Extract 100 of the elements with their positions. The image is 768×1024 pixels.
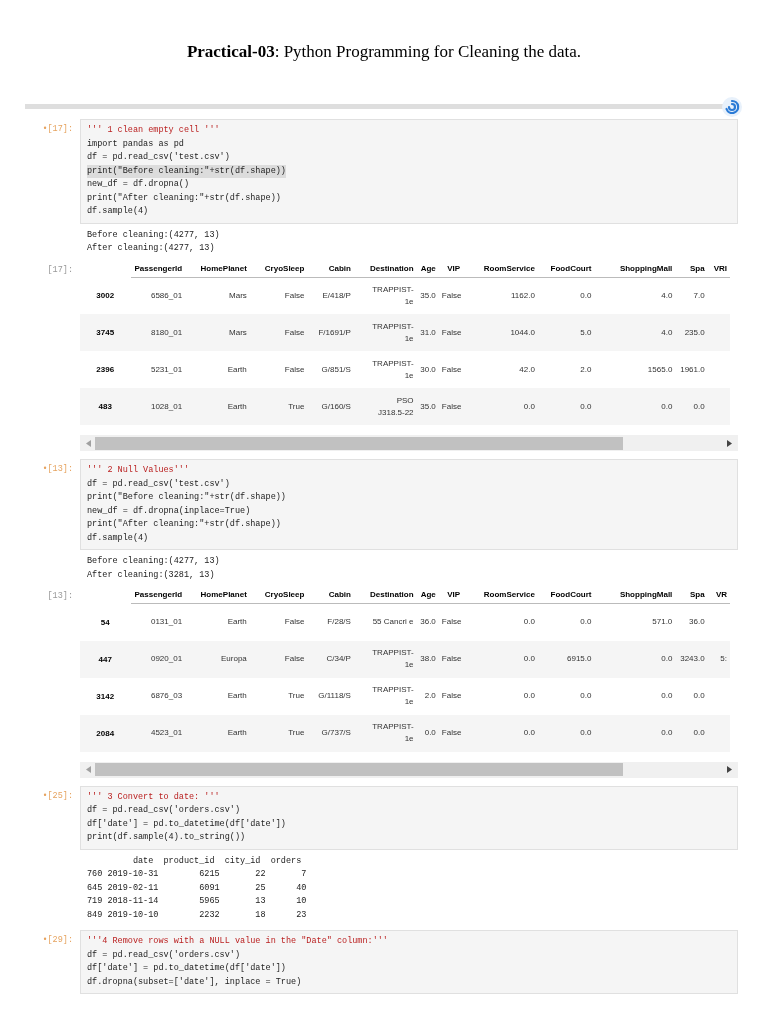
table-cell: 6915.0: [567, 653, 592, 665]
scroll-left-icon[interactable]: [86, 439, 91, 447]
table-cell: 0.0: [661, 653, 673, 665]
table-cell: 6586_01: [150, 289, 183, 302]
row-index: 483: [80, 388, 131, 425]
code-line: print("Before cleaning:"+str(df.shape)): [87, 491, 286, 504]
table-cell: Earth: [227, 400, 247, 413]
table-cell: 0.0: [424, 727, 436, 739]
output-line: date product_id city_id orders: [131, 854, 302, 868]
scrollbar-thumb[interactable]: [95, 436, 623, 450]
table-cell: False: [441, 653, 462, 665]
code-cell[interactable]: ''' 2 Null Values''' df = pd.read_csv('test.csv') print("Before cleaning:"+str(df.shape)) new_df = df.dropna(inplace=True) print("After cleaning:"+str(df.shape)) df.sample(4): [80, 459, 738, 550]
table-cell: Mars: [229, 326, 247, 339]
code-line: df = pd.read_csv('test.csv'): [87, 477, 230, 491]
table-cell: G/1118/S: [318, 690, 351, 702]
code-line: new_df = df.dropna(): [87, 178, 190, 191]
table-cell: 30.0: [420, 363, 436, 376]
table-cell: 0920_01: [150, 653, 183, 665]
table-cell-text: PSO J318.5-22: [377, 394, 414, 419]
table-cell: 5.0: [580, 326, 592, 339]
table-cell: 0.0: [693, 690, 705, 702]
table-cell: False: [441, 400, 462, 413]
table-cell: 1961.0: [680, 363, 705, 376]
column-header: HomePlanet: [185, 259, 250, 277]
table-cell: F/28/S: [327, 616, 351, 629]
row-index: 2084: [80, 714, 131, 752]
code-line: df = pd.read_csv('orders.csv'): [87, 948, 241, 962]
output-line: 760 2019-10-31 6215 22 7: [87, 868, 307, 881]
table-cell: False: [441, 363, 462, 376]
table-cell: 0.0: [523, 727, 535, 739]
table-cell: 1565.0: [647, 363, 673, 376]
scroll-right-icon[interactable]: [727, 766, 732, 773]
column-header: Cabin: [307, 586, 354, 604]
column-header: VR: [707, 586, 730, 604]
table-cell: 3243.0: [680, 653, 705, 665]
page-title: Practical-03: Python Programming for Cleaning the data.: [186, 42, 582, 62]
table-cell: 7.0: [693, 289, 705, 302]
column-header: VIP: [438, 586, 464, 604]
code-line: df = pd.read_csv('orders.csv'): [87, 804, 241, 817]
table-cell: C/34/P: [326, 653, 351, 665]
column-header: Spa: [675, 586, 708, 604]
table-cell: 0.0: [580, 289, 592, 302]
table-cell: 0.0: [580, 400, 592, 413]
code-line: new_df = df.dropna(inplace=True): [87, 504, 251, 518]
code-cell[interactable]: ''' 1 clean empty cell ''' import pandas as pd df = pd.read_csv('test.csv') print("Before cleaning:"+str(df.shape)) new_df = df.dropna() print("After cleaning:"+str(df.shape)) df.sample(4): [80, 119, 738, 224]
table-cell: False: [441, 289, 462, 302]
code-cell[interactable]: ''' 3 Convert to date: ''' df = pd.read_csv('orders.csv') df['date'] = pd.to_datetime(df['date']) print(df.sample(4).to_string()): [80, 785, 738, 850]
table-cell: 0.0: [661, 400, 673, 413]
horizontal-scrollbar[interactable]: [80, 761, 738, 778]
table-cell: 35.0: [420, 289, 436, 302]
table-cell: False: [441, 326, 462, 339]
table-cell: Earth: [227, 616, 247, 629]
column-header: VRI: [707, 259, 730, 277]
column-header: Age: [416, 259, 439, 277]
table-cell-text: TRAPPIST-1e: [371, 283, 414, 308]
code-line: df.sample(4): [87, 531, 149, 545]
row-index: 3002: [80, 277, 131, 314]
column-header: Destination: [353, 259, 417, 277]
code-line: print("After cleaning:"+str(df.shape)): [87, 518, 281, 531]
code-cell[interactable]: '''4 Remove rows with a NULL value in the "Date" column:''' df = pd.read_csv('orders.csv') df['date'] = pd.to_datetime(df['date']) df.dropna(subset=['date'], inplace = True): [80, 930, 738, 994]
table-cell: False: [284, 289, 305, 302]
table-cell: True: [288, 727, 305, 739]
swirl-icon[interactable]: [722, 97, 742, 117]
table-cell: 0.0: [661, 690, 673, 702]
table-cell: False: [284, 616, 305, 629]
cell-prompt: •[25]:: [41, 789, 74, 801]
table-cell: 8180_01: [150, 326, 183, 339]
scrollbar-thumb[interactable]: [95, 763, 623, 776]
column-header: CryoSleep: [249, 259, 308, 277]
table-cell-text: TRAPPIST-1e: [371, 647, 414, 671]
table-cell: G/160/S: [321, 400, 351, 413]
code-line: ''' 2 Null Values''': [87, 464, 190, 477]
column-header: FoodCourt: [537, 586, 595, 604]
table-cell: Earth: [227, 690, 247, 702]
code-line: '''4 Remove rows with a NULL value in the "Date" column:''': [87, 935, 388, 948]
cell-prompt: •[29]:: [41, 934, 74, 945]
code-line: df.dropna(subset=['date'], inplace = True): [87, 975, 302, 989]
horizontal-scrollbar[interactable]: [80, 435, 738, 451]
table-cell: 0.0: [661, 727, 673, 739]
table-cell: True: [288, 400, 305, 413]
table-cell: G/737/S: [321, 727, 351, 739]
code-line: ''' 3 Convert to date: ''': [87, 790, 220, 804]
row-index: 3142: [80, 677, 131, 715]
code-line: ''' 1 clean empty cell ''': [87, 124, 220, 137]
row-index: 2396: [80, 351, 131, 388]
column-header: Spa: [675, 259, 708, 277]
output-prompt: [13]:: [46, 590, 74, 601]
table-cell: 0.0: [523, 690, 535, 702]
table-cell: 0.0: [693, 400, 705, 413]
table-cell: Earth: [227, 727, 247, 739]
table-cell: 36.0: [689, 616, 705, 629]
column-header: ShoppingMall: [594, 586, 676, 604]
code-line: df.sample(4): [87, 205, 149, 218]
table-cell: 35.0: [420, 400, 436, 413]
column-header: RoomService: [463, 586, 538, 604]
table-cell: F/1691/P: [318, 326, 351, 339]
scroll-left-icon[interactable]: [86, 766, 91, 773]
code-line: df['date'] = pd.to_datetime(df['date']): [87, 817, 286, 831]
output-line: After cleaning:(3281, 13): [87, 568, 215, 582]
scroll-right-icon[interactable]: [727, 439, 732, 447]
